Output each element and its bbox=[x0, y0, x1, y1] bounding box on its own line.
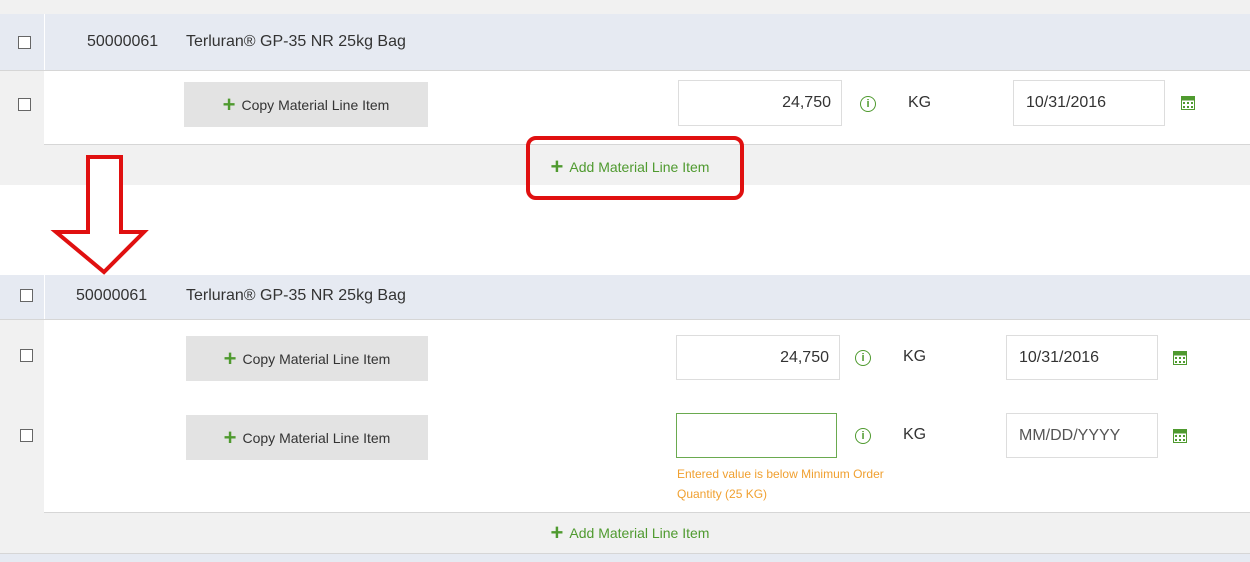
info-icon[interactable]: i bbox=[855, 350, 871, 366]
date-input[interactable]: 10/31/2016 bbox=[1013, 80, 1165, 126]
line-item-checkbox[interactable] bbox=[20, 429, 33, 442]
plus-icon: + bbox=[222, 91, 236, 117]
add-material-line-item-link[interactable]: + Add Material Line Item bbox=[520, 521, 740, 545]
date-input[interactable]: 10/31/2016 bbox=[1006, 335, 1158, 380]
material-id: 50000061 bbox=[76, 287, 148, 304]
line-item-checkbox[interactable] bbox=[18, 98, 31, 111]
quantity-input[interactable]: 24,750 bbox=[678, 80, 842, 126]
next-header-row bbox=[0, 554, 1250, 562]
column-divider bbox=[44, 14, 45, 70]
copy-material-line-item-button[interactable]: + Copy Material Line Item bbox=[184, 82, 428, 127]
material-id: 50000061 bbox=[87, 33, 159, 50]
add-link-label: Add Material Line Item bbox=[569, 525, 710, 541]
material-description: Terluran® GP-35 NR 25kg Bag bbox=[186, 287, 406, 304]
copy-button-label: Copy Material Line Item bbox=[241, 96, 390, 113]
row-divider bbox=[0, 319, 1250, 320]
copy-button-label: Copy Material Line Item bbox=[242, 350, 391, 367]
quantity-input[interactable]: 24,750 bbox=[676, 335, 840, 380]
date-input[interactable]: MM/DD/YYYY bbox=[1006, 413, 1158, 458]
column-divider bbox=[44, 275, 45, 319]
line-item-checkbox[interactable] bbox=[20, 349, 33, 362]
row-divider bbox=[0, 70, 1250, 71]
plus-icon: + bbox=[550, 520, 564, 545]
min-order-error-message: Entered value is below Minimum Order Qua… bbox=[677, 467, 884, 501]
info-icon[interactable]: i bbox=[860, 96, 876, 112]
down-arrow-icon bbox=[50, 155, 149, 275]
quantity-input[interactable] bbox=[676, 413, 837, 458]
copy-button-label: Copy Material Line Item bbox=[242, 429, 391, 446]
plus-icon: + bbox=[223, 345, 237, 371]
unit-label: KG bbox=[908, 94, 932, 111]
material-description: Terluran® GP-35 NR 25kg Bag bbox=[186, 33, 406, 50]
copy-material-line-item-button[interactable]: + Copy Material Line Item bbox=[186, 415, 428, 460]
header-checkbox[interactable] bbox=[20, 289, 33, 302]
calendar-icon[interactable] bbox=[1173, 351, 1187, 365]
copy-material-line-item-button[interactable]: + Copy Material Line Item bbox=[186, 336, 428, 381]
highlight-box bbox=[526, 136, 744, 200]
unit-label: KG bbox=[903, 426, 927, 443]
calendar-icon[interactable] bbox=[1181, 96, 1195, 110]
calendar-icon[interactable] bbox=[1173, 429, 1187, 443]
unit-label: KG bbox=[903, 348, 927, 365]
info-icon[interactable]: i bbox=[855, 428, 871, 444]
header-checkbox[interactable] bbox=[18, 36, 31, 49]
top-strip bbox=[0, 0, 1250, 14]
plus-icon: + bbox=[223, 424, 237, 450]
